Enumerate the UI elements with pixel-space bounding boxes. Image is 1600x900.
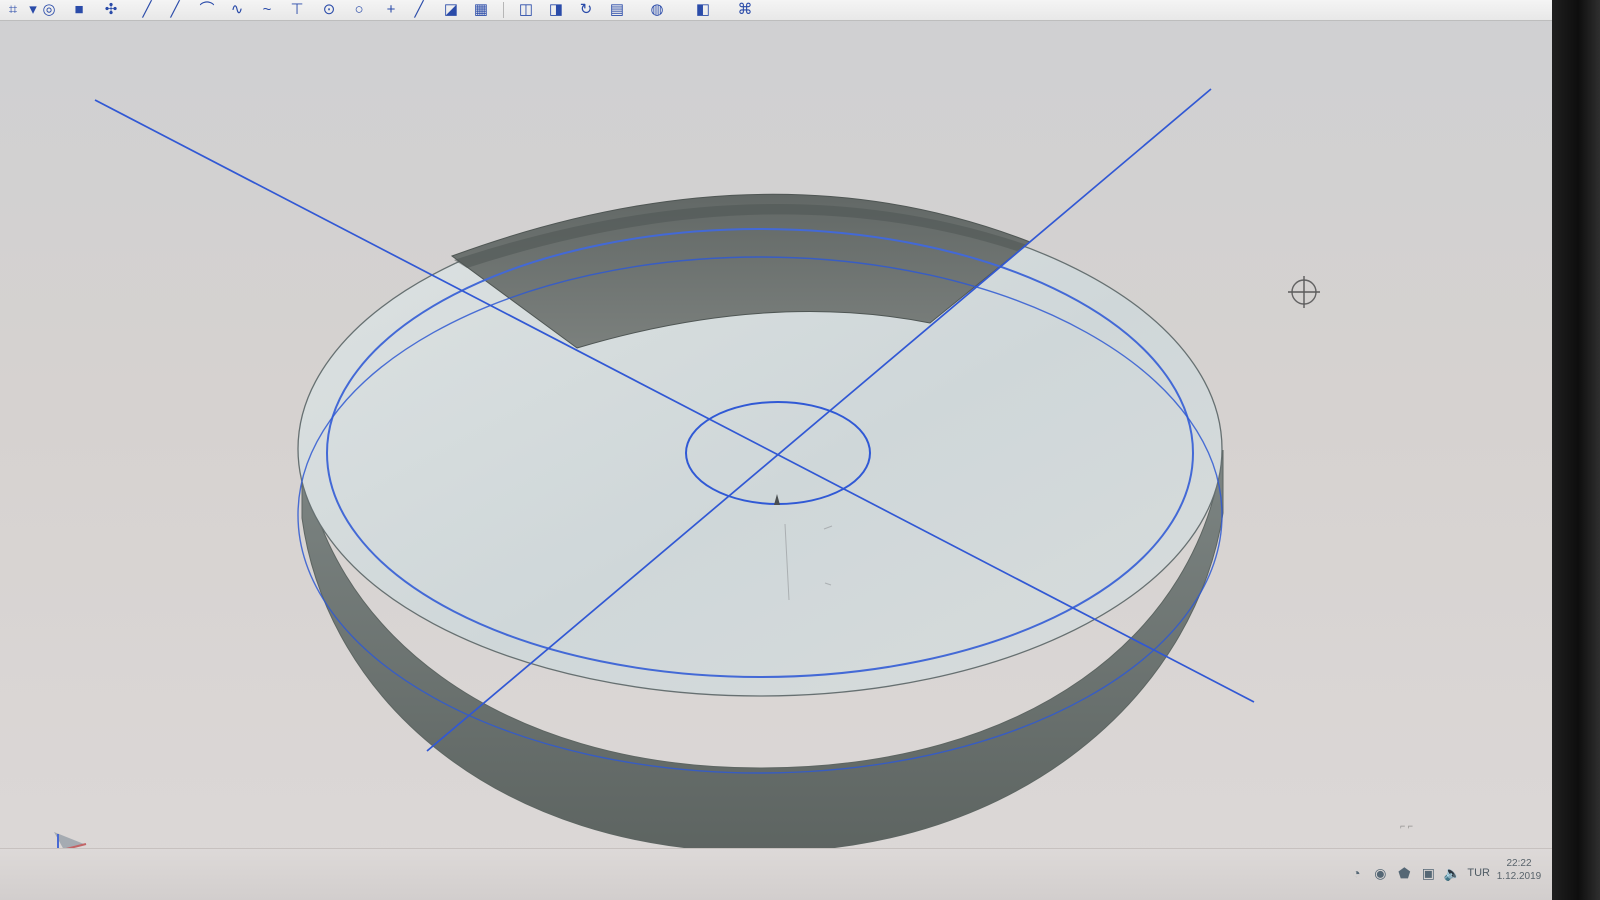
cad-application-screen: ⌗ ▾ ◎ ■ ✣ ╱ ╱ ⌒ ∿ ~ ⊤ ⊙ ○ + ╱ ◪ ▦ ◫ ◨ ↻ … xyxy=(0,0,1600,900)
wave-icon[interactable]: ~ xyxy=(256,1,278,19)
taskbar-clock[interactable]: 22:22 1.12.2019 xyxy=(1493,857,1545,883)
3d-viewport[interactable] xyxy=(0,20,1600,863)
system-tray: ◔ ◉ ⬟ ▣ 🔈 TUR xyxy=(1347,859,1490,887)
circle-point-icon[interactable]: ⊙ xyxy=(318,1,340,19)
viewport-corner-ticks: ⌐ ⌐ xyxy=(1399,821,1413,831)
palette-icon[interactable]: ◍ xyxy=(646,1,668,19)
clock-time: 22:22 xyxy=(1506,858,1532,869)
app-tray-icon[interactable]: ◉ xyxy=(1371,864,1389,882)
main-toolbar: ⌗ ▾ ◎ ■ ✣ ╱ ╱ ⌒ ∿ ~ ⊤ ⊙ ○ + ╱ ◪ ▦ ◫ ◨ ↻ … xyxy=(0,0,1600,21)
dots-grid-icon[interactable]: ✣ xyxy=(100,1,122,19)
monitor-bezel xyxy=(1552,0,1600,900)
windows-taskbar: ◔ ◉ ⬟ ▣ 🔈 TUR 22:22 1.12.2019 ▢ xyxy=(0,848,1600,900)
freeform-curve-icon[interactable]: ∿ xyxy=(226,1,248,19)
box-icon[interactable]: ■ xyxy=(68,1,90,19)
circle-icon[interactable]: ○ xyxy=(348,1,370,19)
cloud-icon[interactable]: ◔ xyxy=(1347,864,1365,882)
line-icon[interactable]: ╱ xyxy=(408,1,430,19)
cylinder-model[interactable] xyxy=(94,88,1255,853)
plane-icon[interactable]: ◪ xyxy=(440,1,462,19)
line-icon[interactable]: ╱ xyxy=(164,1,186,19)
select-icon[interactable]: ⌗ xyxy=(2,1,24,19)
plane-icon[interactable]: ⊤ xyxy=(286,1,308,19)
sphere-icon[interactable]: ◎ xyxy=(38,1,60,19)
speaker-icon[interactable]: 🔈 xyxy=(1443,864,1461,882)
plus-icon[interactable]: + xyxy=(380,1,402,19)
layers-icon[interactable]: ▤ xyxy=(606,1,628,19)
model-canvas xyxy=(54,88,1320,863)
crosshair-cursor-icon xyxy=(1288,276,1320,308)
toolbar-divider xyxy=(503,2,504,18)
cube-icon[interactable]: ◧ xyxy=(692,1,714,19)
curve-icon[interactable]: ⌒ xyxy=(196,1,218,19)
network-icon[interactable]: ▣ xyxy=(1419,864,1437,882)
view-icon[interactable]: ◨ xyxy=(545,1,567,19)
view-icon[interactable]: ◫ xyxy=(515,1,537,19)
rotate-icon[interactable]: ↻ xyxy=(575,1,597,19)
lasso-icon[interactable]: ⌘ xyxy=(734,1,756,19)
clock-date: 1.12.2019 xyxy=(1496,871,1542,882)
line-icon[interactable]: ╱ xyxy=(136,1,158,19)
language-indicator[interactable]: TUR xyxy=(1467,867,1490,879)
shield-icon[interactable]: ⬟ xyxy=(1395,864,1413,882)
grid-icon[interactable]: ▦ xyxy=(470,1,492,19)
